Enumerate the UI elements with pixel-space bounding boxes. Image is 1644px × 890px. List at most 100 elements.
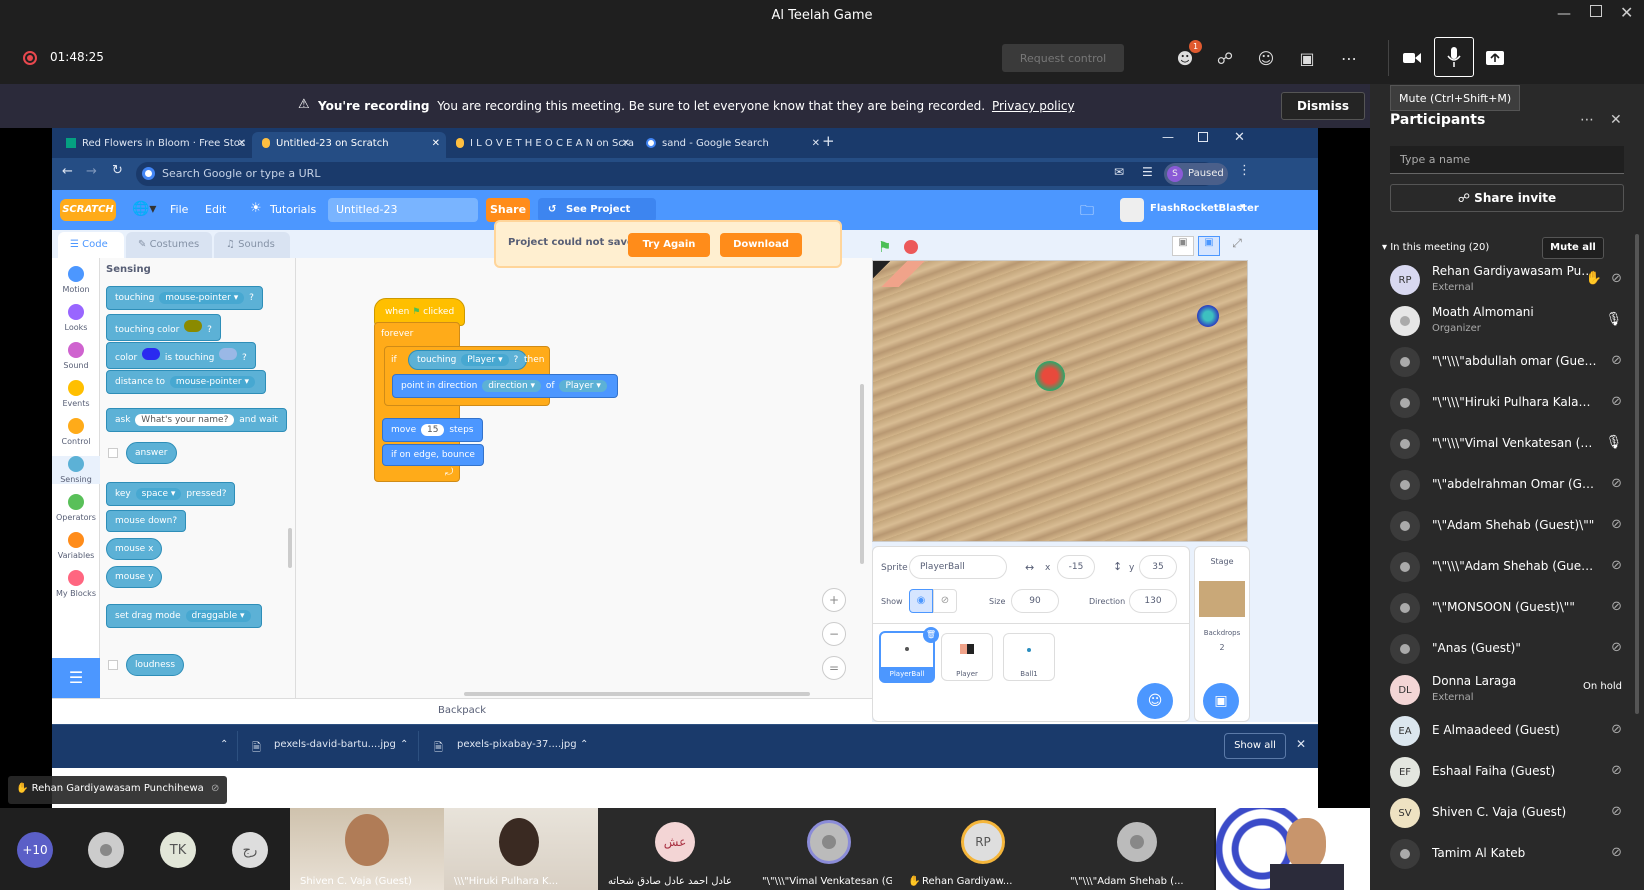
hide-eye-icon[interactable]: ⊘ [933, 589, 957, 613]
scratch-logo[interactable]: SCRATCH [60, 199, 116, 221]
people-icon[interactable]: ☻ 1 [1169, 40, 1202, 74]
back-icon[interactable]: ← [62, 164, 73, 179]
color-touching-block[interactable]: color is touching ? [106, 342, 256, 369]
loudness-checkbox[interactable] [108, 660, 118, 670]
ask-block[interactable]: ask What's your name? and wait [106, 408, 287, 432]
share-screen-icon[interactable] [1479, 42, 1511, 74]
stop-icon[interactable] [904, 240, 918, 254]
mouse-y-block[interactable]: mouse y [106, 566, 163, 588]
restore-icon[interactable] [1198, 132, 1208, 142]
move-steps-block[interactable]: move 15 steps [382, 418, 483, 442]
menu-tutorials[interactable]: Tutorials [270, 203, 316, 216]
choose-backdrop-icon[interactable]: ▣ [1203, 683, 1239, 719]
camera-icon[interactable] [1396, 42, 1428, 74]
chevron-up-icon[interactable]: ⌃ [400, 739, 408, 750]
category-sound[interactable]: Sound [52, 342, 100, 370]
choose-sprite-icon[interactable]: ☺ [1137, 683, 1173, 719]
extensions-icon[interactable]: ✉ [1114, 165, 1124, 179]
category-control[interactable]: Control [52, 418, 100, 446]
video-tile[interactable]: عش عادل احمد عادل صادق شحاته [598, 808, 752, 890]
microphone-icon[interactable] [1434, 37, 1474, 77]
download-item[interactable]: pexels-pixabay-37....jpg [457, 739, 577, 750]
video-tile[interactable]: RP Rehan Gardiyaw... ✋ [906, 808, 1060, 890]
tab-close-icon[interactable]: ✕ [432, 138, 440, 149]
mute-all-button[interactable]: Mute all [1542, 237, 1604, 259]
minimize-icon[interactable]: — [1162, 130, 1174, 144]
address-bar[interactable]: Search Google or type a URL [136, 162, 1216, 186]
code-hscrollbar[interactable] [464, 692, 810, 696]
view-icon[interactable]: ▣ [1291, 42, 1323, 74]
participant-row[interactable]: "Anas (Guest)" ⊘ [1370, 627, 1644, 669]
chevron-up-icon[interactable]: ⌃ [580, 739, 588, 750]
menu-file[interactable]: File [170, 203, 188, 216]
category-variables[interactable]: Variables [52, 532, 100, 560]
category-my-blocks[interactable]: My Blocks [52, 570, 100, 598]
see-project-page-button[interactable]: ↺See Project Page [538, 198, 656, 239]
media-icon[interactable]: ☰ [1142, 165, 1153, 179]
participant-avatar-rj[interactable]: رج [232, 832, 268, 868]
show-eye-icon[interactable]: ◉ [909, 589, 933, 613]
privacy-policy-link[interactable]: Privacy policy [992, 99, 1075, 113]
participant-row[interactable]: Tamim Al Kateb ⊘ [1370, 832, 1644, 874]
share-button[interactable]: Share [486, 198, 530, 222]
player-sprite[interactable] [873, 261, 933, 287]
category-motion[interactable]: Motion [52, 266, 100, 294]
backpack-bar[interactable]: Backpack [52, 698, 872, 722]
chat-icon[interactable]: ☍ [1209, 42, 1241, 74]
folder-icon[interactable]: 🗀 [1080, 200, 1094, 224]
participant-row[interactable]: "\"\\\"Hiruki Pulhara Kalansoo... ⊘ [1370, 381, 1644, 423]
dismiss-button[interactable]: Dismiss [1281, 92, 1365, 120]
color-swatch[interactable] [142, 348, 161, 360]
color-swatch[interactable] [184, 320, 203, 332]
tab-costumes[interactable]: ✎ Costumes [126, 232, 212, 258]
tab-close-icon[interactable]: ✕ [622, 138, 630, 149]
close-icon[interactable]: ✕ [1234, 130, 1245, 145]
zoom-reset-icon[interactable]: = [822, 656, 846, 680]
category-sensing[interactable]: Sensing [52, 456, 100, 484]
mouse-x-block[interactable]: mouse x [106, 538, 163, 560]
close-panel-icon[interactable]: ✕ [1610, 112, 1622, 128]
participant-row[interactable]: EA E Almaadeed (Guest) ⊘ [1370, 709, 1644, 751]
browser-tab[interactable]: Red Flowers in Bloom · Free Stoc ✕ [56, 132, 252, 158]
show-all-button[interactable]: Show all [1224, 733, 1286, 759]
chevron-down-icon[interactable]: ▾ [1240, 202, 1245, 212]
tab-sounds[interactable]: ♫ Sounds [214, 232, 290, 258]
touching-block[interactable]: touching mouse-pointer ▾ ? [106, 286, 263, 310]
stage-canvas[interactable] [872, 260, 1248, 542]
tab-close-icon[interactable]: ✕ [812, 138, 820, 149]
video-tile[interactable]: \\\"Hiruki Pulhara K... [444, 808, 598, 890]
participant-row[interactable]: SV Shiven C. Vaja (Guest) ⊘ [1370, 791, 1644, 833]
participant-row[interactable]: RP Rehan Gardiyawasam Pun... External ⊘ ✋ [1370, 258, 1644, 300]
tab-code[interactable]: ☰ Code [58, 232, 124, 258]
add-extension-icon[interactable]: ☰ [52, 658, 100, 698]
chevron-up-icon[interactable]: ⌃ [220, 739, 228, 750]
download-item[interactable]: pexels-david-bartu....jpg [274, 739, 396, 750]
overflow-count[interactable]: +10 [17, 832, 53, 868]
distance-to-block[interactable]: distance to mouse-pointer ▾ [106, 370, 266, 394]
participant-search-input[interactable]: Type a name [1390, 146, 1624, 174]
color-swatch[interactable] [219, 348, 238, 360]
maximize-icon[interactable] [1590, 5, 1602, 17]
video-tile[interactable]: Shiven C. Vaja (Guest) [290, 808, 444, 890]
participant-row[interactable]: Moath Almomani Organizer 🎙 [1370, 299, 1644, 341]
palette-scrollbar[interactable] [288, 528, 292, 568]
mouse-down-block[interactable]: mouse down? [106, 510, 187, 532]
backdrop-thumbnail[interactable] [1199, 581, 1245, 617]
touching-player-block[interactable]: touching Player ▾ ? [408, 350, 528, 370]
green-flag-icon[interactable]: ⚑ [878, 238, 891, 256]
forward-icon[interactable]: → [86, 164, 97, 179]
try-again-button[interactable]: Try Again [628, 233, 710, 257]
tab-close-icon[interactable]: ✕ [238, 138, 246, 149]
participant-avatar-tk[interactable]: TK [160, 832, 196, 868]
close-shelf-icon[interactable]: ✕ [1296, 737, 1306, 751]
download-button[interactable]: Download [720, 233, 802, 257]
new-tab-icon[interactable]: + [822, 132, 835, 150]
more-options-icon[interactable]: ⋯ [1580, 112, 1594, 128]
browser-tab[interactable]: I L O V E T H E O C E A N on Scra ✕ [446, 132, 636, 158]
category-operators[interactable]: Operators [52, 494, 100, 522]
participant-row[interactable]: "\"MONSOON (Guest)\"" ⊘ [1370, 586, 1644, 628]
direction-input[interactable]: 130 [1129, 589, 1177, 613]
set-drag-mode-block[interactable]: set drag mode draggable ▾ [106, 604, 262, 628]
size-input[interactable]: 90 [1011, 589, 1059, 613]
key-pressed-block[interactable]: key space ▾ pressed? [106, 482, 236, 506]
